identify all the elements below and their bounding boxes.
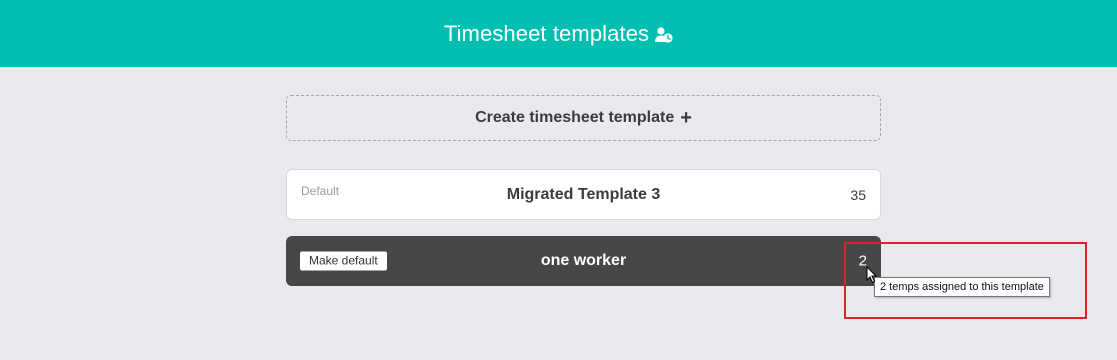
annotation-highlight-box	[844, 242, 1087, 319]
user-clock-icon	[655, 27, 673, 43]
template-temp-count: 35	[850, 186, 866, 203]
page-title: Timesheet templates	[443, 20, 650, 46]
template-card-one-worker[interactable]: Make default one worker 2	[286, 236, 881, 286]
create-template-button[interactable]: Create timesheet template +	[286, 95, 881, 141]
plus-icon: +	[680, 107, 692, 129]
create-template-label: Create timesheet template	[475, 109, 675, 126]
template-card-migrated-template-3[interactable]: Default Migrated Template 3 35	[286, 169, 881, 220]
make-default-button[interactable]: Make default	[300, 251, 387, 271]
default-badge: Default	[301, 183, 340, 198]
page-header: Timesheet templates	[0, 0, 1117, 67]
template-name: Migrated Template 3	[506, 185, 661, 203]
